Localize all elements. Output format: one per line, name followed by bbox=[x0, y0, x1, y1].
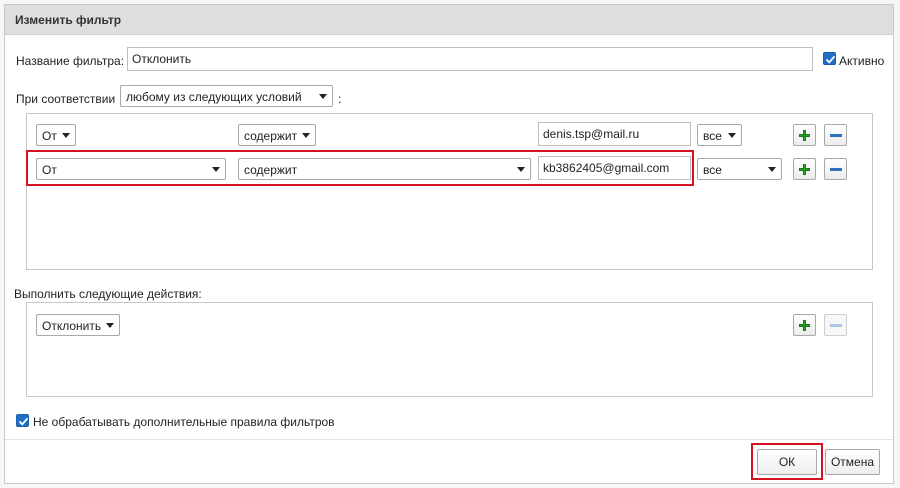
condition-1-scope: все bbox=[703, 129, 722, 143]
condition-1-operator-select[interactable]: содержит bbox=[238, 124, 316, 146]
condition-1-add-button[interactable] bbox=[793, 124, 816, 146]
footer-divider bbox=[5, 439, 893, 440]
condition-2-scope-select[interactable]: все bbox=[697, 158, 782, 180]
conditions-panel: От содержит все От содержит все bbox=[26, 113, 873, 270]
condition-1-operator: содержит bbox=[244, 129, 298, 143]
actions-label: Выполнить следующие действия: bbox=[14, 287, 202, 301]
condition-2-highlight bbox=[26, 150, 694, 186]
condition-1-field: От bbox=[42, 129, 57, 143]
dialog-title: Изменить фильтр bbox=[15, 13, 122, 27]
filter-name-input[interactable] bbox=[127, 47, 813, 71]
chevron-down-icon bbox=[768, 167, 776, 172]
condition-1-value-input[interactable] bbox=[538, 122, 691, 146]
edit-filter-dialog: Изменить фильтр Название фильтра: Активн… bbox=[4, 4, 894, 484]
action-1-select[interactable]: Отклонить bbox=[36, 314, 120, 336]
condition-1-remove-button[interactable] bbox=[824, 124, 847, 146]
condition-2-remove-button[interactable] bbox=[824, 158, 847, 180]
action-1-add-button[interactable] bbox=[793, 314, 816, 336]
match-label: При соответствии bbox=[16, 92, 116, 106]
active-checkbox[interactable] bbox=[823, 52, 836, 65]
stop-processing-label: Не обрабатывать дополнительные правила ф… bbox=[33, 415, 335, 429]
actions-panel: Отклонить bbox=[26, 302, 873, 397]
checkmark-icon bbox=[825, 55, 836, 64]
chevron-down-icon bbox=[319, 94, 327, 99]
filter-name-label: Название фильтра: bbox=[16, 54, 125, 68]
chevron-down-icon bbox=[62, 133, 70, 138]
match-mode-value: любому из следующих условий bbox=[126, 90, 302, 104]
condition-1-field-select[interactable]: От bbox=[36, 124, 76, 146]
action-1-remove-button[interactable] bbox=[824, 314, 847, 336]
stop-processing-checkbox[interactable] bbox=[16, 414, 29, 427]
action-1-value: Отклонить bbox=[42, 319, 102, 333]
checkmark-icon bbox=[18, 417, 29, 426]
chevron-down-icon bbox=[302, 133, 310, 138]
condition-2-scope: все bbox=[703, 163, 722, 177]
ok-button-highlight bbox=[751, 443, 823, 480]
condition-2-add-button[interactable] bbox=[793, 158, 816, 180]
match-mode-select[interactable]: любому из следующих условий bbox=[120, 85, 333, 107]
dialog-titlebar: Изменить фильтр bbox=[5, 5, 893, 35]
active-label: Активно bbox=[839, 54, 885, 68]
chevron-down-icon bbox=[728, 133, 736, 138]
condition-1-scope-select[interactable]: все bbox=[697, 124, 742, 146]
chevron-down-icon bbox=[106, 323, 114, 328]
match-suffix: : bbox=[338, 92, 342, 106]
cancel-button[interactable]: Отмена bbox=[825, 449, 880, 475]
